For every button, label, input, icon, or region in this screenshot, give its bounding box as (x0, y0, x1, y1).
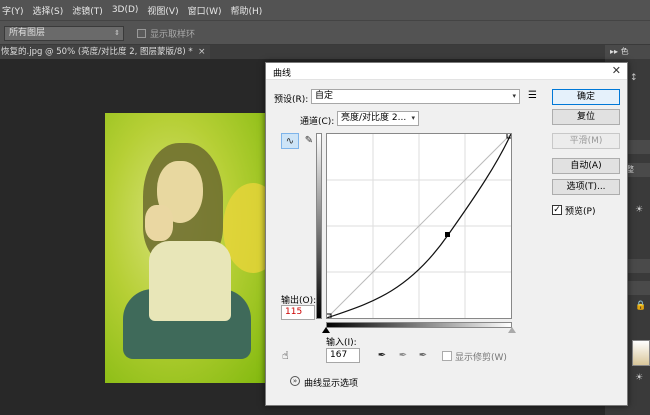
menu-bar: 字(Y) 选择(S) 滤镜(T) 3D(D) 视图(V) 窗口(W) 帮助(H) (0, 0, 650, 20)
adjustment-icon[interactable]: ☀ (635, 373, 643, 383)
chevron-down-icon: ▾ (512, 92, 516, 100)
panel-tab-icon: ▸▸ 色 (610, 47, 629, 56)
preview-checkbox[interactable]: ✓ (552, 205, 562, 215)
show-clipping-label: 显示修剪(W) (455, 353, 507, 363)
menu-filter[interactable]: 滤镜(T) (72, 4, 112, 17)
dialog-title: 曲线 (273, 69, 292, 79)
reset-button[interactable]: 复位 (552, 109, 620, 125)
input-label: 输入(I): (326, 338, 357, 348)
curve-icon: ∿ (285, 136, 295, 147)
layer-thumbnail[interactable] (632, 340, 650, 366)
curve-graph-svg (325, 132, 513, 320)
ok-button[interactable]: 确定 (552, 89, 620, 105)
input-value: 167 (330, 350, 348, 360)
brightness-icon[interactable]: ☀ (635, 205, 643, 215)
panel-header[interactable]: ▸▸ 色 (605, 45, 650, 59)
chevron-down-icon: ▾ (411, 114, 415, 122)
show-ring-label: 显示取样环 (150, 30, 196, 40)
curve-edit-tool[interactable]: ∿ (281, 133, 299, 149)
close-icon[interactable]: ✕ (612, 64, 621, 77)
channel-value: 亮度/对比度 2... (341, 113, 407, 123)
expand-icon[interactable]: » (290, 376, 300, 386)
document-tab-bar: 恢复的.jpg @ 50% (亮度/对比度 2, 图层蒙版/8) * × (0, 45, 605, 59)
photo-canvas[interactable] (105, 113, 270, 383)
close-icon[interactable]: × (198, 45, 206, 59)
auto-button[interactable]: 自动(A) (552, 158, 620, 174)
pencil-icon: ✎ (304, 135, 314, 146)
show-clipping-checkbox[interactable] (442, 351, 452, 361)
curve-options-label[interactable]: 曲线显示选项 (304, 376, 358, 389)
menu-help[interactable]: 帮助(H) (231, 4, 272, 17)
input-gradient-bar (326, 322, 512, 328)
preset-value: 自定 (315, 91, 334, 101)
options-bar: 所有图层 ⇕ 显示取样环 (0, 20, 650, 45)
show-ring-checkbox[interactable] (137, 29, 146, 38)
preset-label: 预设(R): (274, 95, 309, 105)
output-field[interactable]: 115 (281, 305, 315, 320)
options-button[interactable]: 选项(T)... (552, 179, 620, 195)
gray-eyedropper-icon[interactable]: ✒ (397, 349, 409, 363)
curve-graph[interactable] (325, 132, 513, 320)
channel-select[interactable]: 亮度/对比度 2... ▾ (337, 111, 419, 126)
black-point-slider[interactable] (322, 327, 330, 333)
dialog-titlebar[interactable]: 曲线 ✕ (266, 63, 627, 80)
white-point-slider[interactable] (508, 327, 516, 333)
chevron-updown-icon: ⇕ (114, 29, 120, 37)
document-tab-title: 恢复的.jpg @ 50% (亮度/对比度 2, 图层蒙版/8) * (1, 47, 193, 57)
black-eyedropper-icon[interactable]: ✒ (376, 349, 388, 363)
curves-dialog: 曲线 ✕ 预设(R): 自定 ▾ ☰ 通道(C): 亮度/对比度 2... ▾ … (265, 62, 628, 406)
hand-adjust-icon[interactable]: ☝ (282, 349, 289, 362)
input-field[interactable]: 167 (326, 348, 360, 363)
curve-point[interactable] (445, 232, 450, 237)
output-value: 115 (285, 307, 303, 317)
smooth-button[interactable]: 平滑(M) (552, 133, 620, 149)
menu-select[interactable]: 选择(S) (33, 4, 73, 17)
arrange-icon[interactable]: ↕ (630, 73, 638, 83)
preset-select[interactable]: 自定 ▾ (311, 89, 520, 104)
hand-shape (145, 205, 173, 241)
preview-label: 预览(P) (565, 207, 596, 217)
channel-label: 通道(C): (300, 117, 335, 127)
preset-menu-icon[interactable]: ☰ (528, 90, 537, 101)
document-tab[interactable]: 恢复的.jpg @ 50% (亮度/对比度 2, 图层蒙版/8) * (0, 45, 210, 59)
lock-icon[interactable]: 🔒 (635, 301, 646, 311)
menu-window[interactable]: 窗口(W) (188, 4, 231, 17)
menu-type[interactable]: 字(Y) (0, 4, 33, 17)
sample-select-value: 所有图层 (9, 28, 46, 38)
sample-select[interactable]: 所有图层 ⇕ (4, 26, 124, 41)
output-gradient-bar (316, 133, 322, 319)
menu-view[interactable]: 视图(V) (147, 4, 187, 17)
shirt-shape (149, 241, 231, 321)
white-eyedropper-icon[interactable]: ✒ (417, 349, 429, 363)
menu-3d[interactable]: 3D(D) (112, 5, 148, 15)
